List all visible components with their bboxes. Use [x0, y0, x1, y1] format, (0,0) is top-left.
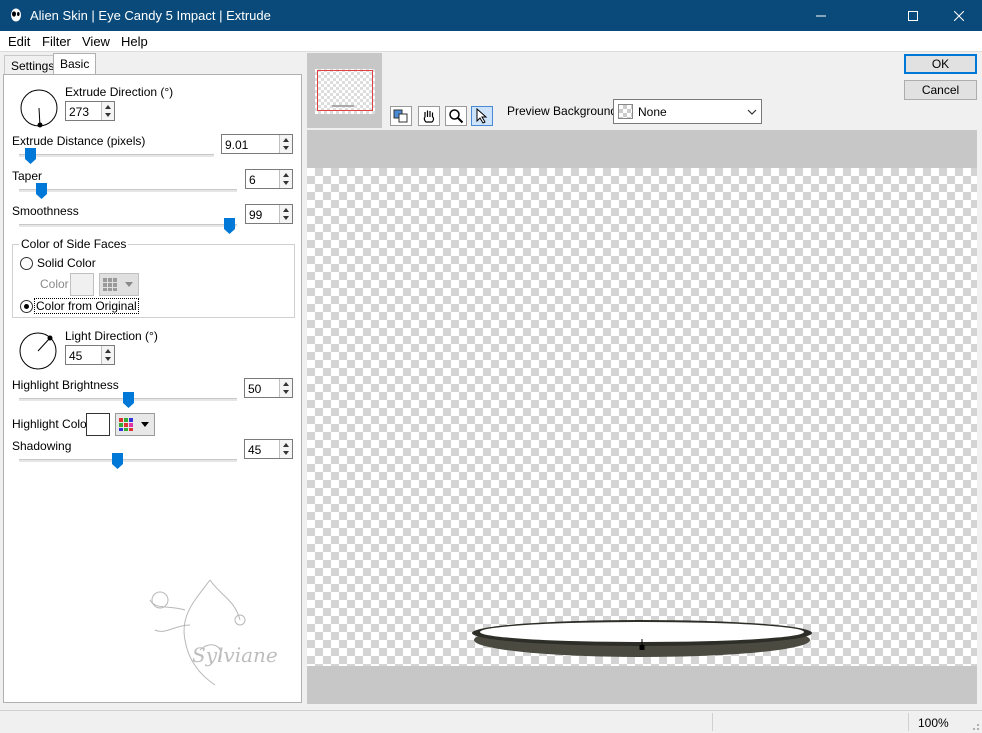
spinner-arrows[interactable] [101, 102, 114, 120]
light-direction-dial[interactable] [18, 331, 58, 371]
side-color-picker-button[interactable] [99, 273, 139, 296]
close-button[interactable] [936, 0, 982, 31]
resize-grip-icon[interactable] [970, 721, 980, 731]
magnifier-icon [449, 109, 464, 124]
menu-help[interactable]: Help [121, 34, 148, 49]
color-grid-icon [119, 418, 133, 431]
highlight-color-swatch[interactable] [86, 413, 110, 436]
color-from-original-radio[interactable] [20, 300, 33, 313]
extrude-distance-spinner[interactable]: 9.01 [221, 134, 293, 154]
light-direction-value: 45 [69, 349, 83, 363]
extrude-direction-spinner[interactable]: 273 [65, 101, 115, 121]
shadowing-slider[interactable] [19, 459, 237, 462]
menu-bar: Edit Filter View Help [0, 31, 982, 52]
taper-slider[interactable] [19, 189, 237, 192]
preview-canvas[interactable] [307, 168, 977, 666]
alien-skin-icon [11, 8, 21, 22]
maximize-icon [908, 10, 918, 21]
arrow-pointer-icon [476, 108, 488, 124]
highlight-brightness-spinner[interactable]: 50 [244, 378, 293, 398]
preview-frame [307, 130, 977, 704]
spinner-arrows[interactable] [279, 170, 292, 188]
solid-color-label[interactable]: Solid Color [37, 256, 96, 270]
object-handle-icon[interactable] [639, 639, 645, 651]
menu-edit[interactable]: Edit [8, 34, 30, 49]
extrude-distance-label: Extrude Distance (pixels) [12, 134, 146, 148]
title-bar: Alien Skin | Eye Candy 5 Impact | Extrud… [0, 0, 982, 31]
watermark-signature: Sylviane [149, 579, 278, 686]
taper-value: 6 [249, 173, 256, 187]
smoothness-label: Smoothness [12, 204, 79, 218]
highlight-brightness-thumb[interactable] [122, 392, 134, 408]
compare-icon [393, 109, 408, 123]
spinner-arrows[interactable] [101, 346, 114, 364]
color-grid-icon [103, 278, 117, 291]
watermark-text: Sylviane [192, 643, 278, 667]
taper-spinner[interactable]: 6 [245, 169, 293, 189]
smoothness-value: 99 [249, 208, 263, 222]
cancel-button[interactable]: Cancel [904, 80, 977, 100]
toggle-preview-button[interactable] [390, 106, 412, 126]
shadowing-label: Shadowing [12, 439, 72, 453]
minimize-button[interactable] [798, 0, 844, 31]
status-divider [908, 713, 909, 731]
transparent-swatch-icon [618, 104, 633, 119]
side-color-swatch[interactable] [70, 273, 94, 296]
solid-color-radio[interactable] [20, 257, 33, 270]
status-bar: 100% [0, 710, 982, 733]
extrude-direction-dial[interactable] [19, 88, 59, 128]
preview-background-select[interactable]: None [613, 99, 762, 124]
preview-background-value: None [638, 105, 667, 119]
zoom-tool-button[interactable] [445, 106, 467, 126]
minimize-icon [816, 15, 826, 16]
shadowing-thumb[interactable] [112, 453, 124, 469]
preview-background-label: Preview Background: [507, 104, 621, 118]
light-direction-label: Light Direction (°) [65, 329, 158, 343]
hand-tool-button[interactable] [418, 106, 440, 126]
highlight-brightness-label: Highlight Brightness [12, 378, 119, 392]
spinner-arrows[interactable] [279, 379, 292, 397]
extrude-direction-value: 273 [69, 105, 90, 119]
shadowing-spinner[interactable]: 45 [244, 439, 293, 459]
extrude-distance-value: 9.01 [225, 138, 249, 152]
chevron-down-icon [747, 109, 757, 115]
shadowing-value: 45 [248, 443, 262, 457]
highlight-color-picker-button[interactable] [115, 413, 155, 436]
selection-tool-button[interactable] [471, 106, 493, 126]
spinner-arrows[interactable] [279, 440, 292, 458]
navigator-thumbnail[interactable] [307, 53, 382, 128]
spinner-arrows[interactable] [279, 135, 292, 153]
ok-button[interactable]: OK [904, 54, 977, 74]
side-faces-legend: Color of Side Faces [19, 237, 129, 251]
chevron-down-icon [125, 282, 133, 287]
menu-view[interactable]: View [82, 34, 110, 49]
highlight-color-label: Highlight Color [12, 417, 91, 431]
extrude-direction-label: Extrude Direction (°) [65, 85, 174, 99]
color-from-original-label[interactable]: Color from Original [34, 298, 139, 314]
status-divider [712, 713, 713, 731]
highlight-brightness-value: 50 [248, 382, 262, 396]
color-label: Color [40, 277, 69, 291]
taper-thumb[interactable] [35, 183, 47, 199]
extrude-distance-slider[interactable] [19, 154, 214, 157]
taper-label: Taper [12, 169, 43, 183]
side-faces-group: Color of Side Faces Solid Color Color Co… [12, 237, 295, 318]
close-icon [954, 10, 964, 21]
hand-icon [423, 110, 435, 123]
extrude-distance-thumb[interactable] [24, 148, 36, 164]
tab-basic[interactable]: Basic [53, 53, 97, 76]
light-direction-spinner[interactable]: 45 [65, 345, 115, 365]
spinner-arrows[interactable] [279, 205, 292, 223]
zoom-level: 100% [918, 716, 949, 730]
smoothness-slider[interactable] [19, 224, 237, 227]
navigator-object [332, 105, 354, 107]
menu-filter[interactable]: Filter [42, 34, 71, 49]
window-title: Alien Skin | Eye Candy 5 Impact | Extrud… [30, 8, 271, 23]
maximize-button[interactable] [890, 0, 936, 31]
smoothness-spinner[interactable]: 99 [245, 204, 293, 224]
chevron-down-icon [141, 422, 149, 427]
smoothness-thumb[interactable] [223, 218, 235, 234]
